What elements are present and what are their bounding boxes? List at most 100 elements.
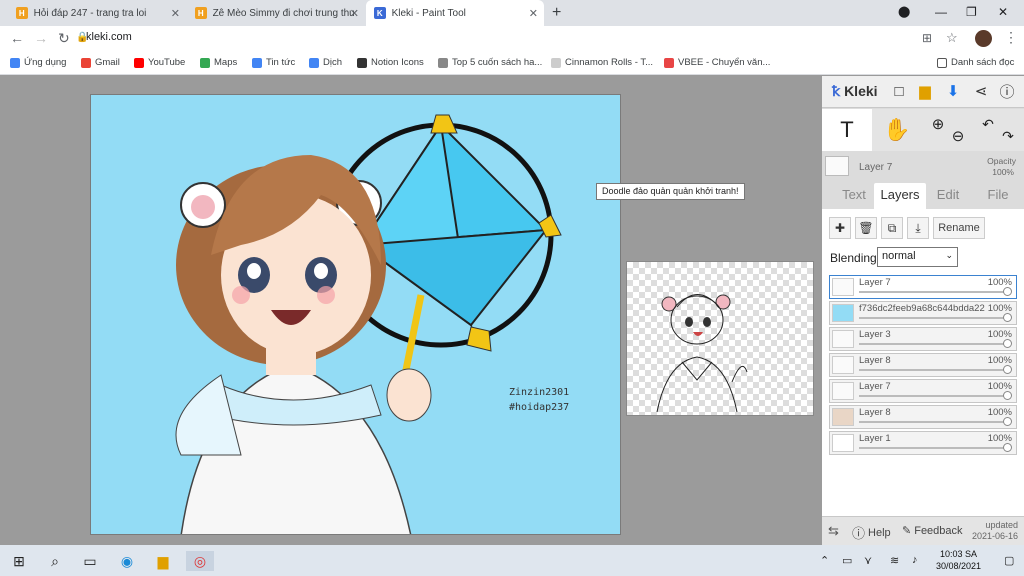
bookmark-vbee[interactable]: VBEE - Chuyển văn... (664, 57, 770, 68)
layer-name: Layer 3 (859, 329, 891, 340)
back-icon[interactable]: ← (10, 30, 24, 46)
layer-thumb (832, 434, 854, 452)
tab-text[interactable]: Text (834, 187, 874, 202)
app-tray-icon[interactable]: ⋎ (864, 554, 872, 567)
tab-bar: H Hỏi đáp 247 - trang tra loi ✕ H Zê Mèo… (0, 0, 1024, 26)
new-tab-button[interactable]: + (552, 4, 561, 22)
forward-icon[interactable]: → (34, 30, 48, 46)
address-bar (0, 26, 1024, 52)
slider-knob[interactable] (1003, 365, 1012, 374)
star-icon[interactable]: ☆ (946, 30, 958, 46)
bookmark-maps[interactable]: Maps (200, 57, 237, 68)
layer-opacity-slider[interactable] (859, 421, 1009, 423)
bookmark-translate[interactable]: Dịch (309, 57, 342, 68)
page-icon (551, 57, 561, 68)
swap-side-icon[interactable]: ⇆ (828, 523, 839, 539)
tray-chevron-icon[interactable]: ⌃ (820, 554, 829, 567)
hand-tool-icon[interactable]: ✋ (872, 109, 922, 151)
close-icon[interactable]: ✕ (529, 7, 538, 20)
url-input[interactable]: kleki.com (86, 31, 132, 43)
updated-date: 2021-06-16 (971, 531, 1018, 541)
battery-icon[interactable]: ▭ (842, 554, 852, 567)
layer-row[interactable]: Layer 3 100% (829, 327, 1017, 351)
bookmark-gmail[interactable]: Gmail (81, 57, 120, 68)
minimize-icon[interactable]: — (935, 5, 947, 19)
wifi-icon[interactable]: ≋ (890, 554, 899, 567)
redo-icon[interactable]: ↷ (996, 115, 1020, 157)
layer-thumb (832, 278, 854, 296)
bookmark-news[interactable]: Tin tức (252, 57, 295, 68)
reload-icon[interactable]: ↻ (58, 30, 70, 47)
more-menu-icon[interactable]: ⋮ (1004, 29, 1018, 46)
drawing-canvas[interactable]: Zinzin2301 #hoidap237 (90, 94, 621, 535)
tab-layers[interactable]: Layers (874, 183, 926, 209)
layer-row[interactable]: f736dc2feeb9a68c644bdda22 100% (829, 301, 1017, 325)
slider-knob[interactable] (1003, 287, 1012, 296)
text-tool-icon[interactable]: T (822, 109, 872, 151)
bookmark-apps[interactable]: Ứng dụng (10, 57, 66, 68)
window-close-icon[interactable]: ✕ (998, 5, 1008, 19)
slider-knob[interactable] (1003, 417, 1012, 426)
layer-row[interactable]: Layer 8 100% (829, 353, 1017, 377)
new-image-icon[interactable]: □ (890, 82, 908, 100)
layer-row[interactable]: Layer 1 100% (829, 431, 1017, 455)
blending-select[interactable]: normal ⌄ (877, 247, 958, 267)
layer-opacity-slider[interactable] (859, 369, 1009, 371)
slider-knob[interactable] (1003, 391, 1012, 400)
help-icon[interactable]: ⓘ (998, 82, 1016, 101)
layer-opacity-slider[interactable] (859, 291, 1009, 293)
tab-edit[interactable]: Edit (930, 187, 966, 202)
profile-menu-icon[interactable]: ⬤ (898, 5, 910, 18)
layer-row[interactable]: Layer 7 100% (829, 275, 1017, 299)
layer-opacity-slider[interactable] (859, 317, 1009, 319)
system-clock[interactable]: 10:03 SA 30/08/2021 (936, 548, 981, 572)
notification-icon[interactable]: ▢ (1004, 554, 1014, 567)
bookmark-cinnamon[interactable]: Cinnamon Rolls - T... (551, 57, 653, 68)
duplicate-layer-icon[interactable]: ⧉ (881, 217, 903, 239)
search-icon[interactable]: ⌕ (45, 551, 65, 571)
add-layer-icon[interactable]: ✚ (829, 217, 851, 239)
bookmark-label: Dịch (323, 57, 343, 68)
current-layer-thumb (825, 156, 849, 176)
rename-button[interactable]: Rename (933, 217, 985, 239)
bookmark-top5[interactable]: Top 5 cuốn sách ha... (438, 57, 542, 68)
bookmark-youtube[interactable]: YouTube (134, 57, 185, 68)
layer-opacity-slider[interactable] (859, 343, 1009, 345)
slider-knob[interactable] (1003, 443, 1012, 452)
close-icon[interactable]: ✕ (350, 7, 359, 20)
restore-icon[interactable]: ❐ (966, 5, 977, 19)
gmail-icon (81, 57, 91, 68)
download-icon[interactable]: ⬇ (944, 82, 962, 100)
panel-footer: ⇆ ⓘ Help ✎ Feedback updated 2021-06-16 (822, 516, 1024, 545)
volume-icon[interactable]: ♪ (912, 554, 918, 566)
zoom-out-icon[interactable]: ⊖ (946, 115, 970, 157)
layer-opacity-slider[interactable] (859, 447, 1009, 449)
task-view-icon[interactable]: ▭ (80, 551, 100, 571)
merge-down-icon[interactable]: ⤓ (907, 217, 929, 239)
delete-layer-icon[interactable]: 🗑 (855, 217, 877, 239)
slider-knob[interactable] (1003, 313, 1012, 322)
layer-opacity-slider[interactable] (859, 395, 1009, 397)
avatar[interactable] (975, 30, 992, 47)
close-icon[interactable]: ✕ (171, 7, 180, 20)
layer-row[interactable]: Layer 7 100% (829, 379, 1017, 403)
reading-list[interactable]: Danh sách đọc (937, 57, 1014, 68)
open-folder-icon[interactable]: ▆ (916, 82, 934, 100)
slider-knob[interactable] (1003, 339, 1012, 348)
bookmark-notion[interactable]: Notion Icons (357, 57, 424, 68)
tab-hoidap[interactable]: H Hỏi đáp 247 - trang tra loi ✕ (8, 0, 186, 26)
help-link[interactable]: ⓘ Help (852, 523, 891, 542)
file-explorer-icon[interactable]: ▆ (153, 551, 173, 571)
windows-start-icon[interactable]: ⊞ (9, 551, 29, 571)
edge-icon[interactable]: ◉ (117, 551, 137, 571)
chrome-icon[interactable]: ◎ (186, 551, 214, 571)
tab-zemeo[interactable]: H Zê Mèo Simmy đi chơi trung thu ✕ (187, 0, 365, 26)
bookmark-label: Tin tức (266, 57, 296, 68)
translate-icon (309, 57, 319, 68)
feedback-link[interactable]: ✎ Feedback (902, 524, 963, 537)
layer-row[interactable]: Layer 8 100% (829, 405, 1017, 429)
share-icon[interactable]: ⋖ (972, 82, 990, 100)
tab-kleki[interactable]: K Kleki - Paint Tool ✕ (366, 0, 544, 26)
translate-icon[interactable]: ⊞ (922, 31, 932, 45)
tab-file[interactable]: File (982, 187, 1014, 202)
